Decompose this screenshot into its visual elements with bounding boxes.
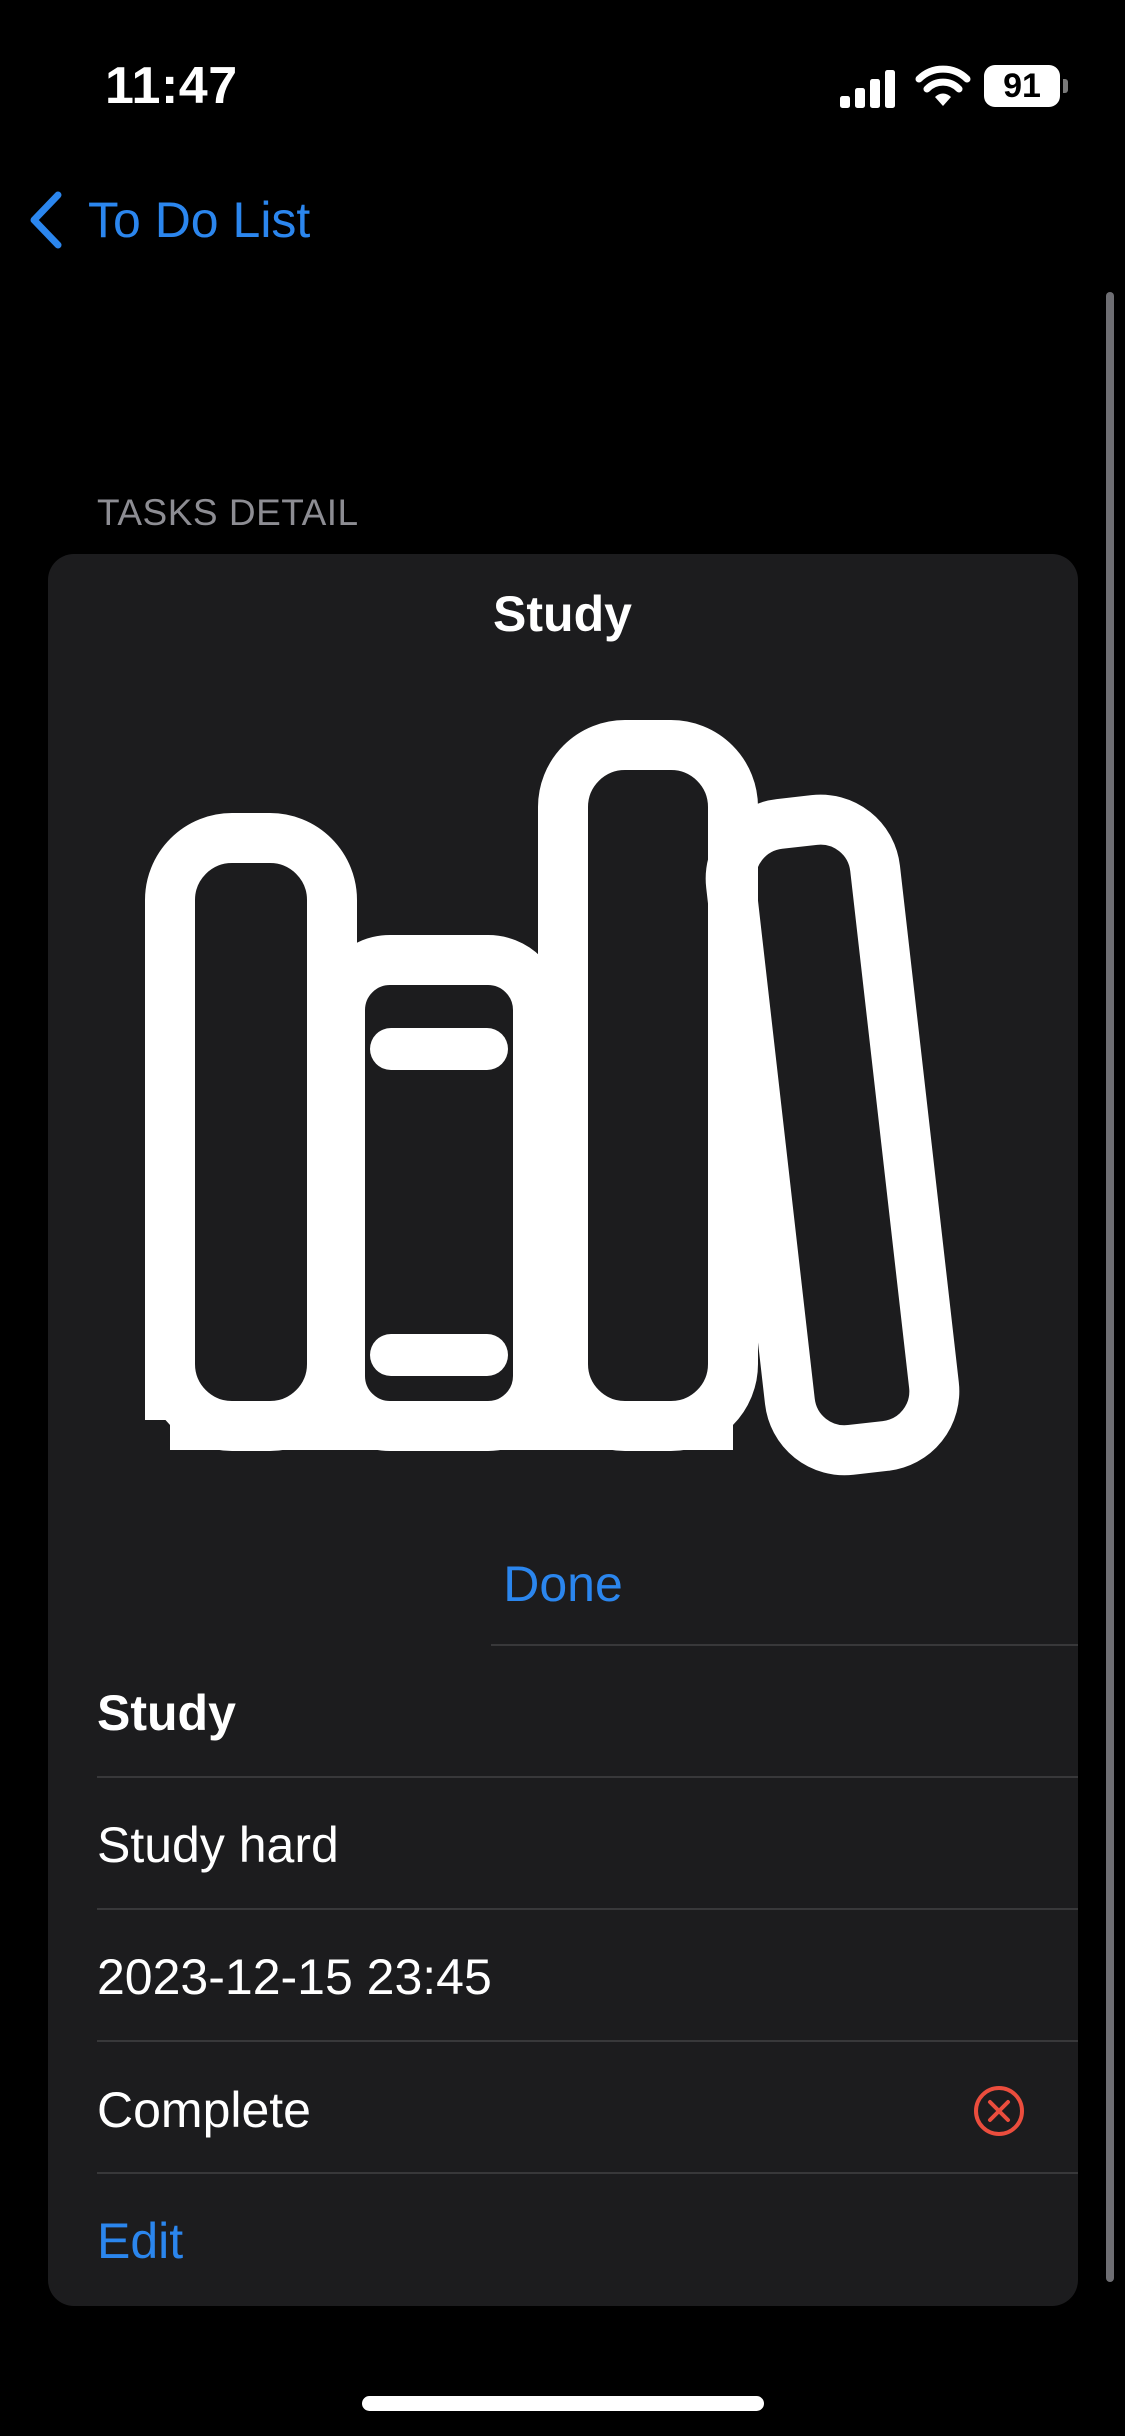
battery-level: 91: [1003, 66, 1041, 105]
back-button-label: To Do List: [88, 192, 311, 248]
task-status-label: Complete: [97, 2082, 311, 2138]
signal-icon: [840, 70, 895, 108]
divider: [97, 1908, 1078, 1910]
done-button[interactable]: Done: [430, 1548, 696, 1620]
divider: [97, 2040, 1078, 2042]
edit-button[interactable]: Edit: [97, 2211, 183, 2271]
divider: [97, 2172, 1078, 2174]
section-header: TASKS DETAIL: [97, 492, 359, 533]
chevron-left-icon: [30, 191, 62, 249]
battery-body: 91: [984, 65, 1060, 107]
battery-icon: 91: [984, 65, 1068, 107]
battery-cap: [1063, 79, 1068, 93]
books-icon: [145, 720, 960, 1476]
back-button[interactable]: To Do List: [24, 180, 310, 260]
x-circle-icon[interactable]: [972, 2084, 1026, 2138]
home-indicator: [362, 2396, 764, 2411]
wifi-icon: [915, 65, 971, 106]
task-description: Study hard: [97, 1817, 339, 1873]
divider: [97, 1776, 1078, 1778]
task-name: Study: [97, 1685, 236, 1741]
task-detail-screen: 11:47 91 To Do List TASKS DETAIL Study D…: [0, 0, 1125, 2436]
divider: [491, 1644, 1078, 1646]
task-due-date: 2023-12-15 23:45: [97, 1949, 492, 2005]
image-title: Study: [493, 586, 632, 642]
status-time: 11:47: [105, 57, 238, 115]
